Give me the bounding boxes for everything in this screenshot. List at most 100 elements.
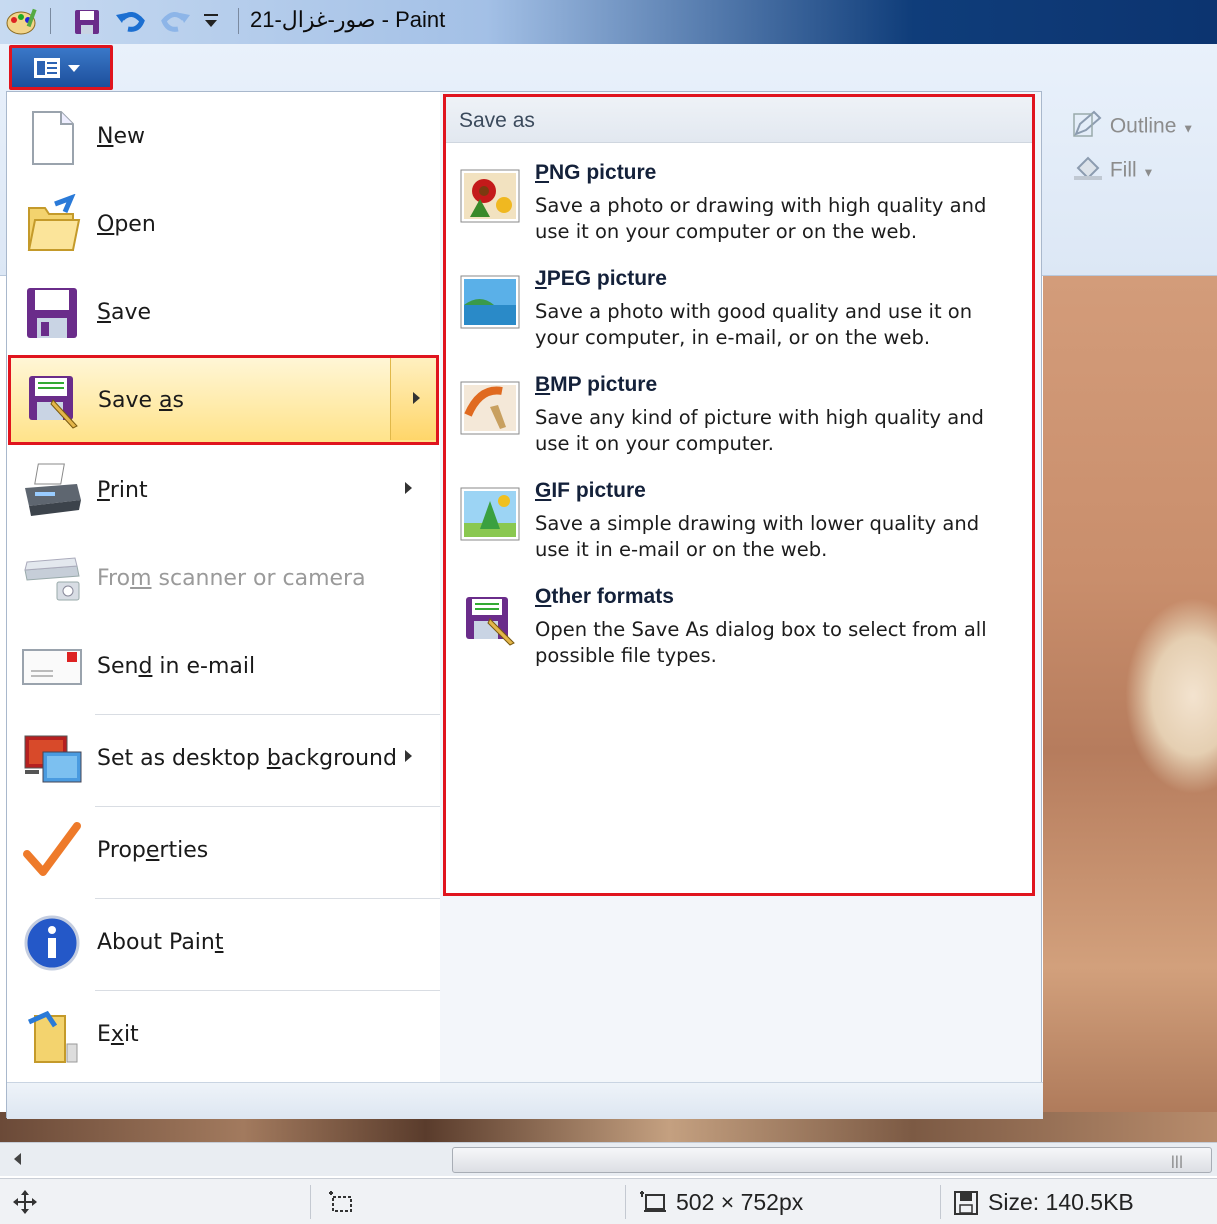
menu-separator [95,990,440,991]
canvas-image[interactable] [1043,276,1217,1140]
menu-item-properties[interactable]: Properties [7,808,440,896]
canvas-size-icon [638,1189,668,1219]
save-option-other-formats[interactable]: Other formats Open the Save As dialog bo… [446,575,1032,675]
menu-item-save[interactable]: Save [7,270,440,358]
chevron-down-icon: ▼ [1142,165,1155,180]
option-title: Other formats [535,585,674,608]
option-desc: Save a photo with good quality and use i… [535,300,973,349]
menu-item-exit[interactable]: Exit [7,992,440,1080]
menu-item-save-as[interactable]: Save as [8,355,439,445]
menu-label: New [97,124,145,149]
move-cursor-icon [12,1189,38,1219]
split-divider [390,358,391,440]
horizontal-scrollbar[interactable]: ||| [0,1142,1217,1176]
other-formats-icon [460,593,520,647]
disk-size-icon [953,1190,979,1220]
grip-icon: ||| [1170,1154,1183,1168]
menu-label: Exit [97,1022,139,1047]
menu-item-scanner: From scanner or camera [7,536,440,624]
chevron-right-icon [405,482,412,494]
menu-commands: New Open Save Save as Print From scanner… [7,92,440,1082]
save-as-icon [23,370,85,432]
chevron-down-icon: ▼ [1182,121,1195,136]
save-as-panel: Save as PNG picture Save a photo or draw… [443,94,1035,896]
status-separator [625,1185,626,1219]
save-as-header: Save as [446,97,1032,143]
bucket-fill-icon [1072,154,1104,188]
redo-icon[interactable] [158,7,192,41]
selection-icon [325,1189,355,1219]
menu-label: Send in e-mail [97,654,256,679]
save-icon[interactable] [72,7,102,41]
fill-button[interactable]: Fill ▼ [1072,154,1154,188]
menu-label: From scanner or camera [97,566,366,591]
paint-app-icon[interactable] [4,7,38,41]
menu-item-print[interactable]: Print [7,448,440,536]
checkmark-icon [21,820,83,882]
option-title: BMP picture [535,373,658,396]
info-icon [21,912,83,974]
menu-item-new[interactable]: New [7,94,440,182]
canvas-dimensions: 502 × 752px [676,1189,804,1215]
chevron-right-icon [413,392,420,404]
email-icon [21,636,83,698]
new-file-icon [21,106,83,168]
fill-label: Fill [1109,158,1137,182]
save-option-gif[interactable]: GIF picture Save a simple drawing with l… [446,469,1032,569]
menu-label: Print [97,478,148,503]
floppy-save-icon [21,282,83,344]
open-folder-icon [21,193,83,256]
application-menu: New Open Save Save as Print From scanner… [6,91,1043,1119]
save-option-bmp[interactable]: BMP picture Save any kind of picture wit… [446,363,1032,463]
scanner-icon [21,548,83,610]
status-separator [310,1185,311,1219]
outline-button[interactable]: Outline ▼ [1072,110,1194,144]
menu-separator [95,806,440,807]
menu-label: Open [97,212,156,237]
outline-label: Outline [1109,114,1177,138]
app-menu-button[interactable] [9,45,113,90]
scroll-left-icon[interactable] [14,1153,21,1165]
option-desc: Open the Save As dialog box to select fr… [535,618,987,667]
menu-label: Properties [97,838,209,863]
status-bar: 502 × 752px Size: 140.5KB [0,1178,1217,1224]
menu-label: About Paint [97,930,224,955]
option-desc: Save any kind of picture with high quali… [535,406,984,455]
pencil-outline-icon [1072,110,1104,144]
scrollbar-thumb[interactable]: ||| [452,1147,1212,1173]
save-option-jpeg[interactable]: JPEG picture Save a photo with good qual… [446,257,1032,357]
save-as-header-label: Save as [459,109,535,132]
menu-separator [95,714,440,715]
title-bar: صور-غزال-21 - Paint [0,0,1217,44]
toolbar-separator [238,8,239,34]
bmp-icon [460,381,520,435]
printer-icon [21,460,83,522]
toolbar-separator [50,8,51,34]
option-desc: Save a simple drawing with lower quality… [535,512,980,561]
status-separator [940,1185,941,1219]
app-menu-icon [34,58,90,84]
option-title: GIF picture [535,479,646,502]
png-icon [460,169,520,223]
gif-icon [460,487,520,541]
file-size: Size: 140.5KB [988,1189,1134,1215]
option-title: JPEG picture [535,267,667,290]
exit-icon [21,1004,83,1066]
jpeg-icon [460,275,520,329]
menu-label: Save as [98,388,184,413]
menu-label: Save [97,300,152,325]
menu-item-send-email[interactable]: Send in e-mail [7,624,440,712]
menu-footer [7,1082,1043,1119]
menu-separator [95,898,440,899]
option-desc: Save a photo or drawing with high qualit… [535,194,987,243]
desktop-background-icon [21,728,83,790]
save-option-png[interactable]: PNG picture Save a photo or drawing with… [446,151,1032,251]
menu-label: Set as desktop background [97,746,397,771]
undo-icon[interactable] [114,7,148,41]
menu-item-about-paint[interactable]: About Paint [7,900,440,988]
menu-item-open[interactable]: Open [7,182,440,270]
menu-item-set-desktop-background[interactable]: Set as desktop background [7,716,440,804]
customize-icon[interactable] [202,12,220,36]
window-title: صور-غزال-21 - Paint [250,7,446,32]
chevron-right-icon [405,750,412,762]
